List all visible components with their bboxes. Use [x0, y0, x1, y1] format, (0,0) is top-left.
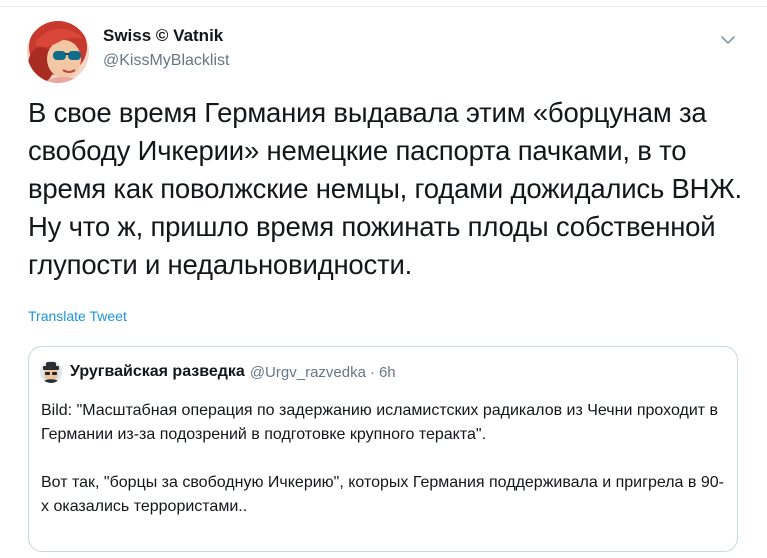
- quoted-tweet-header: Уругвайская разведка @Urgv_razvedka · 6h: [40, 360, 396, 384]
- quoted-author-avatar[interactable]: [40, 361, 62, 383]
- author-handle[interactable]: @KissMyBlacklist: [103, 51, 229, 71]
- quoted-paragraph-1: Bild: "Масштабная операция по задержанию…: [41, 402, 719, 443]
- tweet-author[interactable]: Swiss © Vatnik @KissMyBlacklist: [103, 25, 229, 71]
- quoted-author-handle[interactable]: @Urgv_razvedka: [250, 364, 366, 381]
- cartoon-woman-avatar-icon: [27, 21, 89, 83]
- translate-tweet-link[interactable]: Translate Tweet: [28, 307, 127, 325]
- quoted-tweet[interactable]: Уругвайская разведка @Urgv_razvedka · 6h…: [28, 346, 738, 552]
- spy-avatar-icon: [40, 361, 62, 383]
- quoted-tweet-text: Bild: "Масштабная операция по задержанию…: [41, 399, 731, 519]
- quoted-tweet-time[interactable]: 6h: [379, 364, 396, 381]
- tweet: Swiss © Vatnik @KissMyBlacklist В свое в…: [0, 7, 767, 558]
- author-display-name[interactable]: Swiss © Vatnik: [103, 25, 229, 47]
- separator-dot: ·: [369, 363, 375, 381]
- quoted-author-name[interactable]: Уругвайская разведка: [70, 363, 245, 381]
- top-divider: [0, 0, 767, 7]
- quoted-paragraph-2: Вот так, "борцы за свободную Ичкерию", к…: [41, 474, 724, 515]
- avatar[interactable]: [27, 21, 89, 83]
- tweet-text: В свое время Германия выдавала этим «бор…: [28, 97, 742, 280]
- chevron-down-icon[interactable]: [720, 33, 736, 45]
